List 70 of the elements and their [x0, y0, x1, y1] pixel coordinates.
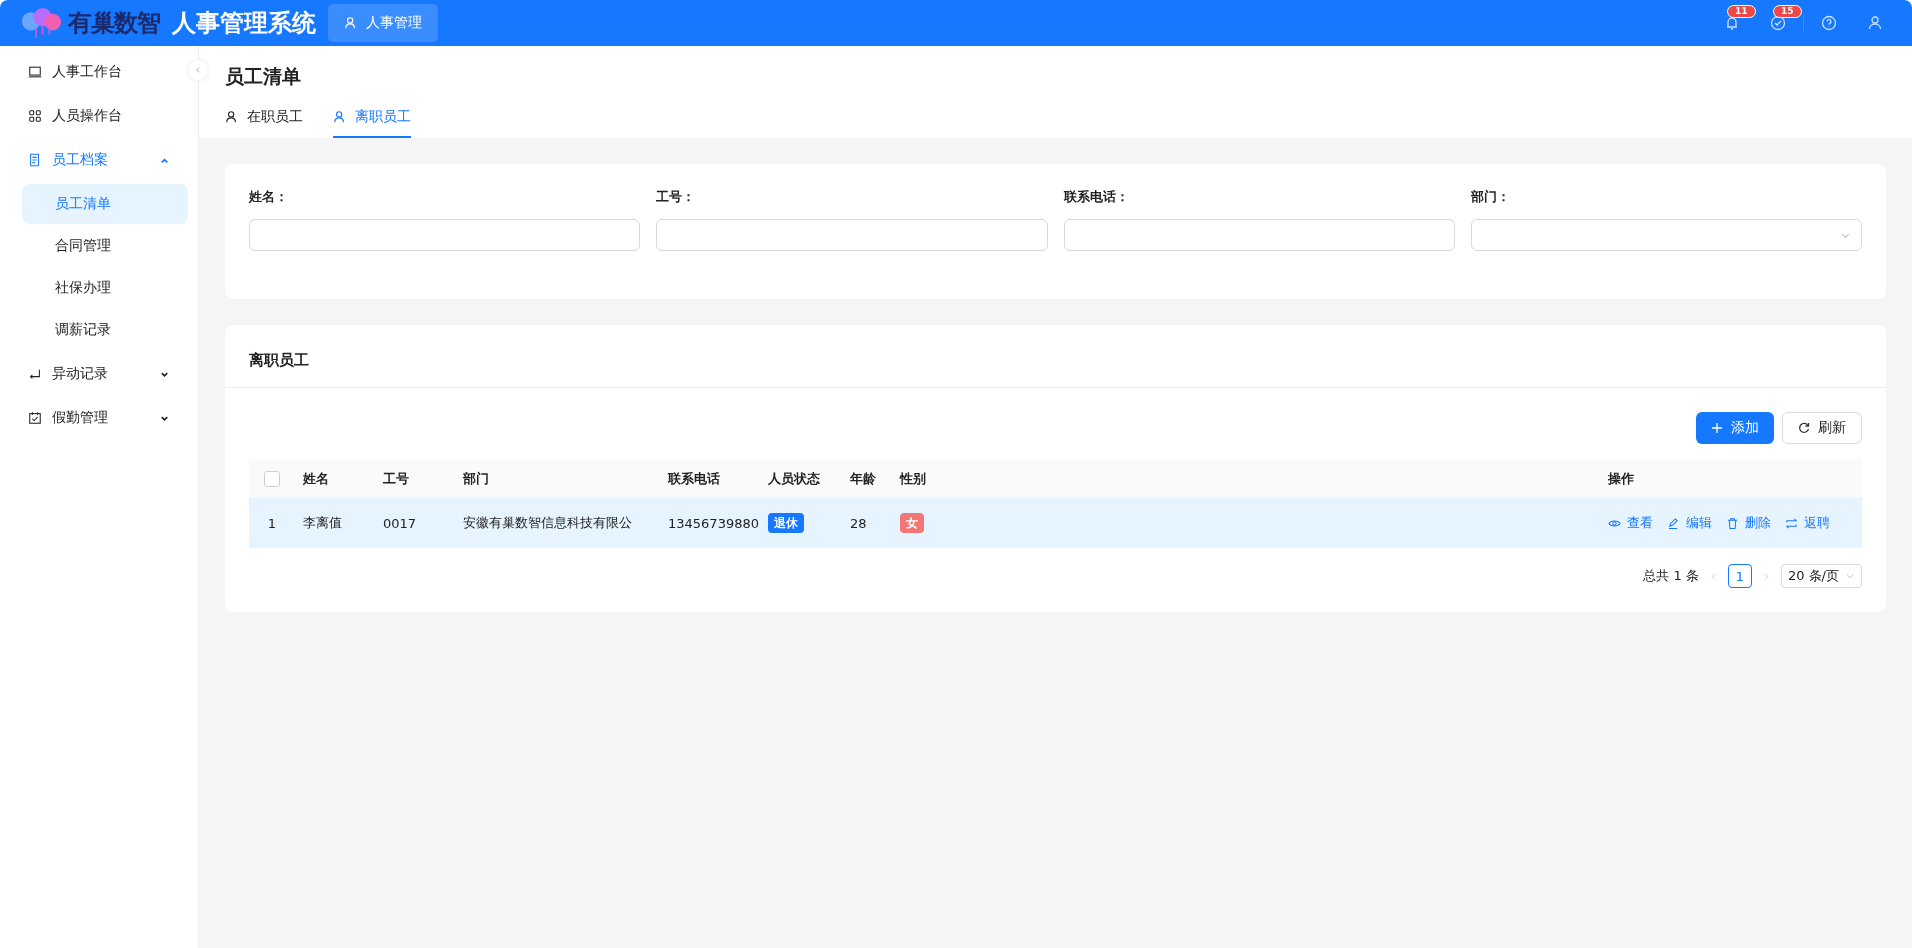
column-header: 姓名: [302, 470, 330, 488]
total-count: 总共 1 条: [1643, 567, 1699, 585]
row-number: 1: [266, 515, 278, 531]
rehire-link[interactable]: 返聘: [1785, 514, 1830, 532]
plus-icon: [1711, 422, 1723, 434]
card-title: 离职员工: [225, 325, 1886, 388]
pencil-icon: [1667, 516, 1680, 530]
table-cell-text: 13456739880: [667, 515, 760, 531]
user-icon: [344, 16, 358, 30]
collapse-icon[interactable]: [188, 60, 208, 80]
table-cell-text: 安徽有巢数智信息科技有限公: [462, 514, 633, 532]
swap-arrows-icon: [1785, 516, 1798, 530]
refresh-button[interactable]: 刷新: [1782, 412, 1862, 444]
bell-icon[interactable]: [1724, 15, 1740, 31]
sidebar-subitem[interactable]: 社保办理: [22, 268, 188, 308]
logo-text: 有巢数智: [68, 8, 160, 39]
grid-icon: [28, 109, 42, 123]
sidebar-item[interactable]: 假勤管理: [0, 396, 198, 440]
calendar-check-icon: [28, 411, 42, 425]
user-icon: [333, 110, 347, 124]
sidebar-subitem[interactable]: 调薪记录: [22, 310, 188, 350]
document-icon: [28, 153, 42, 167]
column-header: 部门: [462, 470, 490, 488]
table-cell-text: 李离值: [302, 514, 343, 532]
sidebar-item[interactable]: 人事工作台: [0, 50, 198, 94]
input-field[interactable]: [1063, 219, 1455, 251]
sidebar-subitem[interactable]: 合同管理: [22, 226, 188, 266]
page-tab[interactable]: 在职员工: [225, 108, 303, 138]
page-title: 员工清单: [225, 64, 302, 89]
field-label: 姓名：: [249, 188, 289, 206]
sidebar-item[interactable]: 异动记录: [0, 352, 198, 396]
field-label: 工号：: [656, 188, 697, 206]
field-label: 联系电话：: [1063, 188, 1130, 206]
column-header: 性别: [898, 470, 927, 488]
trash-icon: [1726, 516, 1739, 530]
sidebar-subitem[interactable]: 员工清单: [22, 184, 188, 224]
gender-tag: 女: [900, 512, 924, 533]
return-arrow-icon: [28, 367, 42, 381]
help-icon[interactable]: [1821, 15, 1837, 31]
view-link[interactable]: 查看: [1608, 514, 1653, 532]
count-badge: 11: [1727, 5, 1756, 18]
previous-page-icon[interactable]: [1708, 571, 1718, 581]
count-badge: 15: [1773, 5, 1802, 18]
column-header: 人员状态: [767, 470, 821, 488]
user-icon: [225, 110, 239, 124]
input-field[interactable]: [249, 219, 641, 251]
select-field[interactable]: [1470, 219, 1862, 251]
field-label: 部门：: [1470, 188, 1511, 206]
user-icon[interactable]: [1867, 15, 1883, 31]
refresh-icon: [1798, 422, 1810, 434]
sidebar-item[interactable]: 人员操作台: [0, 94, 198, 138]
select-all-checkbox[interactable]: [264, 471, 280, 487]
column-header: 年龄: [849, 470, 877, 488]
column-header: 联系电话: [667, 470, 721, 488]
table-cell-text: 0017: [382, 515, 418, 531]
sidebar-item[interactable]: 员工档案: [0, 138, 198, 182]
page-tab[interactable]: 离职员工: [333, 108, 411, 138]
page-size-select[interactable]: 20 条/页: [1780, 564, 1862, 588]
add-button[interactable]: 添加: [1696, 412, 1774, 444]
delete-link[interactable]: 删除: [1726, 514, 1771, 532]
system-title: 人事管理系统: [172, 8, 316, 39]
column-header: 工号: [382, 470, 410, 488]
input-field[interactable]: [656, 219, 1048, 251]
status-tag: 退休: [768, 512, 804, 533]
edit-link[interactable]: 编辑: [1667, 514, 1712, 532]
chevron-icon: [1845, 571, 1855, 581]
monitor-icon: [28, 65, 42, 79]
column-header: 操作: [1607, 470, 1635, 488]
page-number[interactable]: 1: [1727, 564, 1752, 588]
table-cell-text: 28: [849, 515, 868, 531]
